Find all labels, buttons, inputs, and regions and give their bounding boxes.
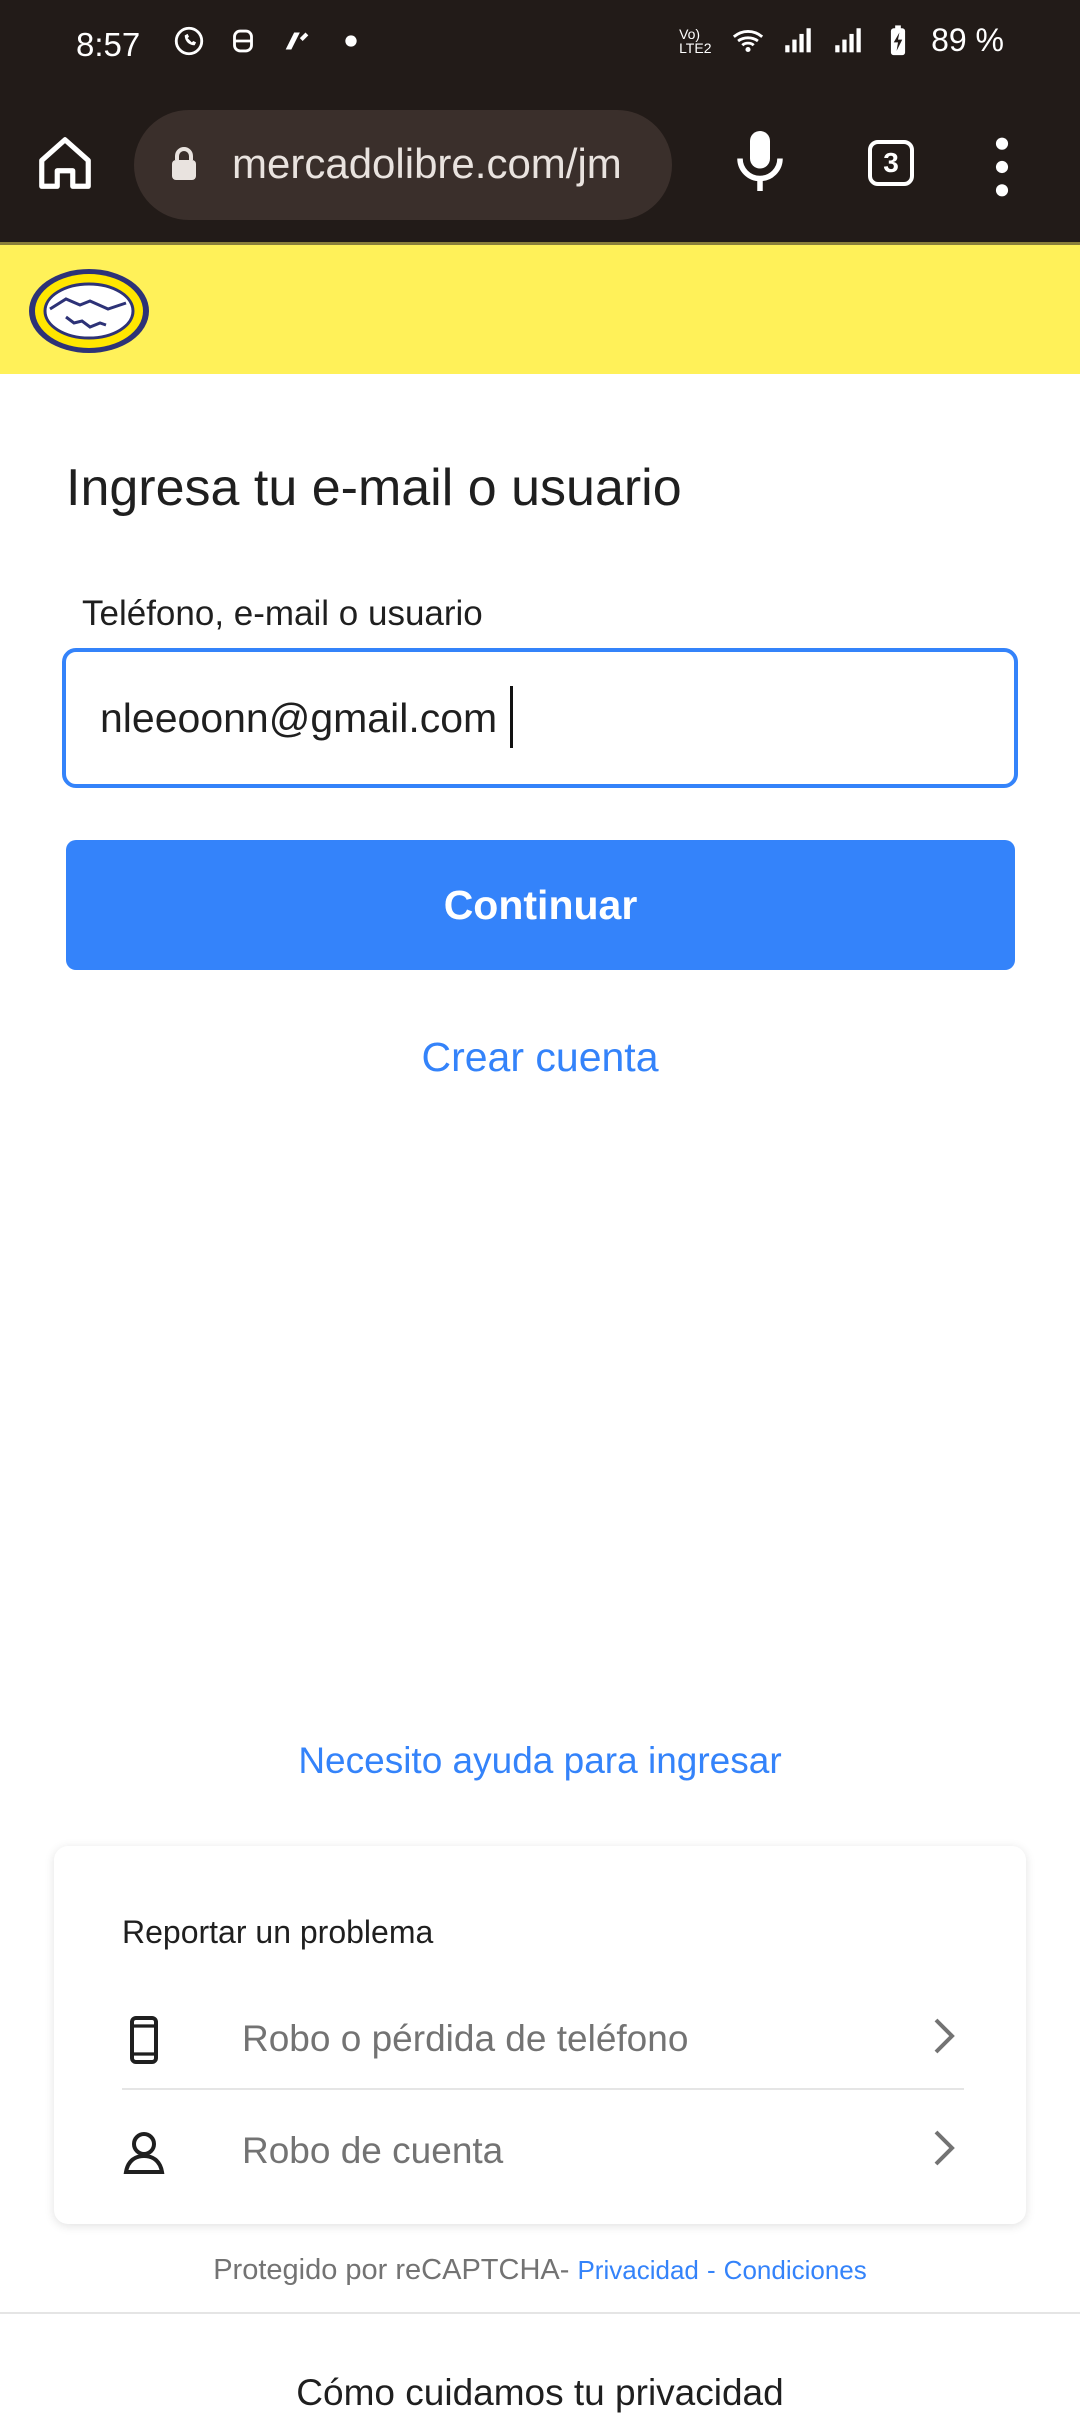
site-header — [0, 242, 1080, 374]
report-item-account-theft[interactable]: Robo de cuenta — [122, 2104, 964, 2200]
address-bar[interactable]: mercadolibre.com/jm — [134, 110, 672, 220]
link-separator: - — [706, 2255, 716, 2285]
mercadolibre-logo-icon[interactable] — [26, 265, 152, 357]
text-cursor — [510, 686, 513, 748]
signal-icon — [831, 24, 865, 58]
recaptcha-text: Protegido por reCAPTCHA- — [213, 2254, 570, 2286]
signal-icon — [781, 24, 815, 58]
email-field-label: Teléfono, e-mail o usuario — [82, 594, 483, 633]
mic-icon[interactable] — [730, 126, 790, 196]
battery-charging-icon — [881, 24, 915, 58]
continue-button[interactable]: Continuar — [66, 840, 1015, 970]
page-title: Ingresa tu e-mail o usuario — [66, 459, 682, 517]
login-help-link[interactable]: Necesito ayuda para ingresar — [0, 1740, 1080, 1782]
status-bar: 8:57 Vo) LTE2 89 % — [0, 0, 1080, 92]
browser-toolbar: mercadolibre.com/jm 3 — [0, 92, 1080, 242]
mask-icon — [226, 24, 260, 58]
chevron-right-icon — [930, 2128, 958, 2168]
report-item-label: Robo de cuenta — [242, 2130, 504, 2171]
wifi-icon — [731, 24, 765, 58]
user-icon — [122, 2128, 166, 2176]
home-icon[interactable] — [34, 132, 96, 194]
battery-percent: 89 % — [931, 22, 1004, 58]
recaptcha-notice: Protegido por reCAPTCHA- Privacidad - Co… — [0, 2254, 1080, 2287]
divider — [0, 2312, 1080, 2314]
url-text: mercadolibre.com/jm — [232, 140, 622, 187]
lock-icon — [170, 146, 198, 182]
system-icons: Vo) LTE2 89 % — [679, 22, 1004, 59]
volte-icon: Vo) LTE2 — [679, 25, 712, 56]
dot-icon — [334, 24, 368, 58]
more-menu-icon[interactable] — [982, 132, 1022, 202]
phone-icon — [122, 2016, 166, 2064]
notification-icons — [172, 24, 368, 58]
privacy-link[interactable]: Privacidad — [577, 2255, 698, 2285]
chevron-right-icon — [930, 2016, 958, 2056]
news-icon — [280, 24, 314, 58]
report-item-label: Robo o pérdida de teléfono — [242, 2018, 689, 2059]
tab-switcher-button[interactable]: 3 — [868, 140, 914, 186]
conditions-link[interactable]: Condiciones — [724, 2255, 867, 2285]
email-field[interactable] — [62, 648, 1018, 788]
report-problem-card: Reportar un problema Robo o pérdida de t… — [54, 1846, 1026, 2224]
report-item-phone-theft[interactable]: Robo o pérdida de teléfono — [122, 1992, 964, 2090]
status-time: 8:57 — [76, 26, 141, 63]
whatsapp-icon — [172, 24, 206, 58]
create-account-link[interactable]: Crear cuenta — [0, 1034, 1080, 1081]
report-title: Reportar un problema — [122, 1914, 434, 1950]
